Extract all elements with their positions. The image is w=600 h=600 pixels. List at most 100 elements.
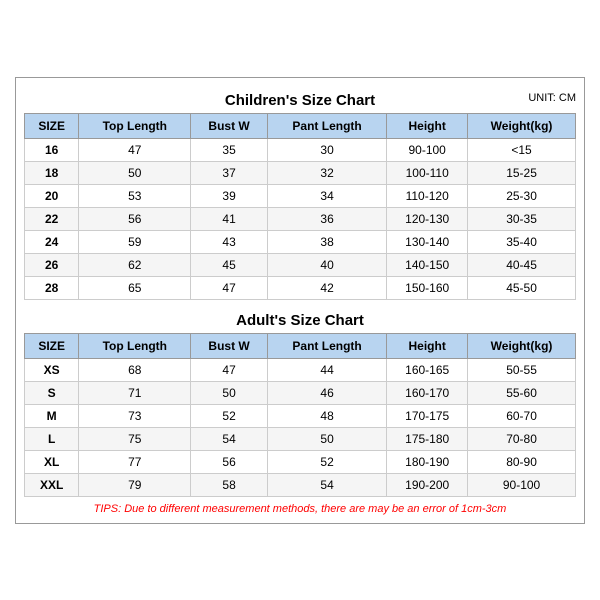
table-cell: 28 xyxy=(25,276,79,299)
table-row: XXL795854190-20090-100 xyxy=(25,473,576,496)
table-row: XS684744160-16550-55 xyxy=(25,358,576,381)
table-cell: 71 xyxy=(79,381,191,404)
table-cell: 47 xyxy=(191,276,268,299)
adult-col-top-length: Top Length xyxy=(79,333,191,358)
adult-col-pant-length: Pant Length xyxy=(267,333,386,358)
unit-label: UNIT: CM xyxy=(528,92,576,104)
children-table: SIZE Top Length Bust W Pant Length Heigh… xyxy=(24,113,576,300)
children-col-height: Height xyxy=(387,113,468,138)
table-cell: 75 xyxy=(79,427,191,450)
table-cell: 68 xyxy=(79,358,191,381)
table-cell: 130-140 xyxy=(387,230,468,253)
table-cell: XL xyxy=(25,450,79,473)
children-title: Children's Size Chart UNIT: CM xyxy=(24,86,576,113)
table-cell: 60-70 xyxy=(468,404,576,427)
table-cell: XS xyxy=(25,358,79,381)
children-col-size: SIZE xyxy=(25,113,79,138)
table-cell: 43 xyxy=(191,230,268,253)
table-cell: 56 xyxy=(191,450,268,473)
table-cell: L xyxy=(25,427,79,450)
adult-col-size: SIZE xyxy=(25,333,79,358)
table-cell: 55-60 xyxy=(468,381,576,404)
adult-section: Adult's Size Chart SIZE Top Length Bust … xyxy=(24,306,576,497)
table-cell: 44 xyxy=(267,358,386,381)
children-col-pant-length: Pant Length xyxy=(267,113,386,138)
table-cell: 170-175 xyxy=(387,404,468,427)
table-row: S715046160-17055-60 xyxy=(25,381,576,404)
table-row: 22564136120-13030-35 xyxy=(25,207,576,230)
table-cell: 160-165 xyxy=(387,358,468,381)
table-cell: 25-30 xyxy=(468,184,576,207)
table-cell: 45 xyxy=(191,253,268,276)
table-cell: 30-35 xyxy=(468,207,576,230)
table-cell: <15 xyxy=(468,138,576,161)
table-row: 28654742150-16045-50 xyxy=(25,276,576,299)
table-cell: 73 xyxy=(79,404,191,427)
table-cell: 46 xyxy=(267,381,386,404)
table-cell: 50-55 xyxy=(468,358,576,381)
table-cell: 120-130 xyxy=(387,207,468,230)
table-cell: 48 xyxy=(267,404,386,427)
adult-title: Adult's Size Chart xyxy=(24,306,576,333)
table-cell: 62 xyxy=(79,253,191,276)
table-cell: 47 xyxy=(79,138,191,161)
table-cell: 47 xyxy=(191,358,268,381)
table-cell: 180-190 xyxy=(387,450,468,473)
adult-col-height: Height xyxy=(387,333,468,358)
children-header-row: SIZE Top Length Bust W Pant Length Heigh… xyxy=(25,113,576,138)
table-cell: 52 xyxy=(267,450,386,473)
table-cell: 16 xyxy=(25,138,79,161)
table-row: M735248170-17560-70 xyxy=(25,404,576,427)
children-col-weight: Weight(kg) xyxy=(468,113,576,138)
table-cell: 18 xyxy=(25,161,79,184)
table-cell: 45-50 xyxy=(468,276,576,299)
table-cell: 50 xyxy=(267,427,386,450)
table-cell: S xyxy=(25,381,79,404)
table-cell: 100-110 xyxy=(387,161,468,184)
table-cell: 20 xyxy=(25,184,79,207)
adult-col-weight: Weight(kg) xyxy=(468,333,576,358)
children-title-text: Children's Size Chart xyxy=(225,92,375,109)
tips-text: TIPS: Due to different measurement metho… xyxy=(24,503,576,515)
table-row: 24594338130-14035-40 xyxy=(25,230,576,253)
adult-col-bust-w: Bust W xyxy=(191,333,268,358)
table-cell: 70-80 xyxy=(468,427,576,450)
table-cell: 35 xyxy=(191,138,268,161)
table-cell: 22 xyxy=(25,207,79,230)
table-cell: 38 xyxy=(267,230,386,253)
table-cell: 15-25 xyxy=(468,161,576,184)
table-cell: 54 xyxy=(191,427,268,450)
table-cell: 79 xyxy=(79,473,191,496)
table-cell: 39 xyxy=(191,184,268,207)
table-cell: 54 xyxy=(267,473,386,496)
children-col-top-length: Top Length xyxy=(79,113,191,138)
table-row: 18503732100-11015-25 xyxy=(25,161,576,184)
table-cell: 65 xyxy=(79,276,191,299)
table-cell: 35-40 xyxy=(468,230,576,253)
table-cell: 50 xyxy=(79,161,191,184)
table-cell: 40-45 xyxy=(468,253,576,276)
table-cell: 110-120 xyxy=(387,184,468,207)
table-cell: 77 xyxy=(79,450,191,473)
table-cell: 26 xyxy=(25,253,79,276)
table-cell: 30 xyxy=(267,138,386,161)
table-cell: 56 xyxy=(79,207,191,230)
table-row: 26624540140-15040-45 xyxy=(25,253,576,276)
table-cell: 41 xyxy=(191,207,268,230)
table-cell: 37 xyxy=(191,161,268,184)
table-cell: 36 xyxy=(267,207,386,230)
adult-table: SIZE Top Length Bust W Pant Length Heigh… xyxy=(24,333,576,497)
table-row: 20533934110-12025-30 xyxy=(25,184,576,207)
table-cell: 52 xyxy=(191,404,268,427)
table-cell: M xyxy=(25,404,79,427)
table-cell: 40 xyxy=(267,253,386,276)
adult-header-row: SIZE Top Length Bust W Pant Length Heigh… xyxy=(25,333,576,358)
table-cell: 175-180 xyxy=(387,427,468,450)
chart-container: Children's Size Chart UNIT: CM SIZE Top … xyxy=(15,77,585,524)
children-col-bust-w: Bust W xyxy=(191,113,268,138)
table-row: L755450175-18070-80 xyxy=(25,427,576,450)
table-cell: 24 xyxy=(25,230,79,253)
table-cell: 50 xyxy=(191,381,268,404)
table-cell: 42 xyxy=(267,276,386,299)
table-cell: 150-160 xyxy=(387,276,468,299)
